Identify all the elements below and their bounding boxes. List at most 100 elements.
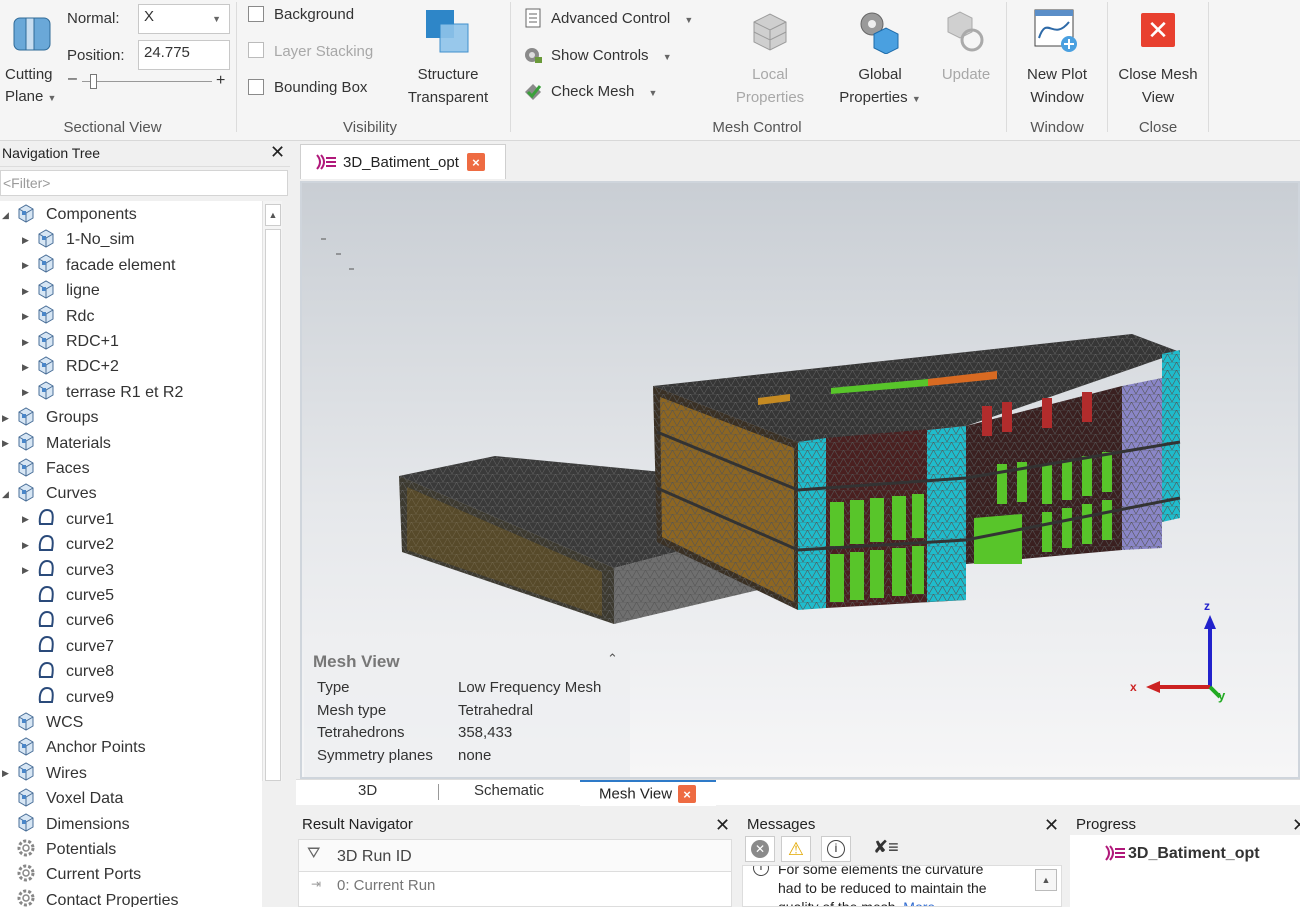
tree-item[interactable]: Contact Properties	[2, 889, 179, 907]
tree-item[interactable]: ▶ RDC+2	[22, 355, 119, 379]
advanced-control-button[interactable]: Advanced Control ▼	[551, 10, 693, 27]
curve-icon	[36, 584, 56, 609]
tree-item[interactable]: curve8	[22, 660, 114, 684]
slider-minus[interactable]: –	[68, 70, 77, 88]
expand-right-icon[interactable]: ▶	[2, 768, 12, 779]
tree-item[interactable]: ▶ facade element	[22, 254, 175, 278]
message-line: For some elements the curvature	[778, 865, 984, 877]
check-mesh-button[interactable]: Check Mesh ▼	[551, 83, 657, 100]
slider-handle[interactable]	[90, 74, 97, 89]
expand-right-icon[interactable]: ▶	[22, 514, 32, 525]
tree-item[interactable]: Anchor Points	[2, 736, 146, 760]
result-navigator-column-header[interactable]: ⛛ 3D Run ID	[299, 840, 731, 872]
tree-item[interactable]: ◢ Components	[2, 203, 137, 227]
expand-right-icon[interactable]: ▶	[22, 387, 32, 398]
messages-header: Messages ✕	[741, 807, 1065, 835]
expand-right-icon[interactable]: ▶	[22, 565, 32, 576]
cutting-plane-icon[interactable]	[10, 12, 54, 54]
filter-icon[interactable]: ⛛	[307, 845, 320, 863]
tree-item[interactable]: ▶ ligne	[22, 279, 100, 303]
slider-plus[interactable]: +	[216, 72, 225, 90]
tree-item[interactable]: ▶ Wires	[2, 762, 87, 786]
errors-filter-button[interactable]: ✕	[745, 836, 775, 862]
tree-item[interactable]: ▶ curve2	[22, 533, 114, 557]
new-plot-window-button[interactable]: New Plot Window	[1012, 63, 1102, 109]
tree-item[interactable]: curve7	[22, 635, 114, 659]
bounding-box-checkbox[interactable]	[248, 79, 264, 95]
expand-right-icon[interactable]: ▶	[22, 337, 32, 348]
show-controls-button[interactable]: Show Controls ▼	[551, 47, 672, 64]
document-tabbar: 3D_Batiment_opt ×	[296, 141, 1300, 181]
update-button[interactable]: Update	[930, 63, 1002, 86]
close-mesh-view-button[interactable]: Close Mesh View	[1110, 63, 1206, 109]
normal-select[interactable]: X ▼	[138, 4, 230, 34]
tab-mesh-view[interactable]: Mesh View ×	[580, 780, 716, 806]
collapse-icon[interactable]: ⌃	[607, 651, 618, 667]
scroll-up-arrow[interactable]: ▲	[1035, 869, 1057, 891]
expand-right-icon[interactable]: ▶	[22, 235, 32, 246]
global-properties-button[interactable]: Global Properties ▼	[828, 63, 932, 111]
document-tab[interactable]: 3D_Batiment_opt ×	[300, 144, 506, 179]
expand-right-icon[interactable]: ▶	[22, 286, 32, 297]
current-run-label: 0: Current Run	[337, 877, 436, 894]
tree-item[interactable]: curve6	[22, 609, 114, 633]
clear-messages-icon[interactable]: ✘≡	[873, 837, 899, 858]
position-slider[interactable]	[82, 81, 212, 82]
position-input[interactable]: 24.775	[138, 40, 230, 70]
table-row[interactable]: ⇥ 0: Current Run	[299, 873, 731, 899]
tab-3d[interactable]: 3D	[358, 782, 377, 799]
tree-item-label: facade element	[66, 256, 176, 274]
navigation-filter-input[interactable]: <Filter>	[0, 170, 288, 196]
expand-right-icon[interactable]: ▶	[22, 362, 32, 373]
close-icon[interactable]: ✕	[1044, 815, 1059, 836]
tree-item[interactable]: Voxel Data	[2, 787, 123, 811]
message-item[interactable]: For some elements the curvature had to b…	[778, 865, 1024, 906]
tree-item[interactable]: Current Ports	[2, 863, 141, 887]
expand-down-icon[interactable]: ◢	[2, 489, 12, 500]
group-label-mesh-control: Mesh Control	[712, 119, 802, 136]
expand-right-icon[interactable]: ▶	[22, 311, 32, 322]
tree-item[interactable]: ▶ Rdc	[22, 305, 94, 329]
tree-item[interactable]: Faces	[2, 457, 90, 481]
tree-item[interactable]: ◢ Curves	[2, 482, 97, 506]
warnings-filter-button[interactable]: ⚠	[781, 836, 811, 862]
expand-right-icon[interactable]: ▶	[2, 438, 12, 449]
tree-item[interactable]: ▶ Materials	[2, 432, 111, 456]
tree-item[interactable]: ▶ RDC+1	[22, 330, 119, 354]
tab-schematic[interactable]: Schematic	[474, 782, 544, 799]
mesh-info-value: 358,433	[458, 724, 513, 741]
cutting-plane-button[interactable]: Cutting Plane ▼	[5, 64, 56, 109]
more-link[interactable]: More...	[903, 899, 947, 906]
close-icon[interactable]: ×	[466, 153, 485, 171]
tree-item[interactable]: ▶ terrase R1 et R2	[22, 381, 183, 405]
expand-right-icon[interactable]: ▶	[22, 260, 32, 271]
background-checkbox[interactable]	[248, 6, 264, 22]
messages-title: Messages	[747, 816, 816, 833]
expand-down-icon[interactable]: ◢	[2, 210, 12, 221]
expand-right-icon[interactable]: ▶	[22, 540, 32, 551]
close-icon[interactable]: ✕	[715, 815, 730, 836]
ribbon-separator	[1107, 2, 1108, 132]
close-icon[interactable]: ×	[678, 785, 697, 803]
tree-item[interactable]: ▶ curve1	[22, 508, 114, 532]
expand-right-icon[interactable]: ▶	[2, 413, 12, 424]
tree-item[interactable]: ▶ Groups	[2, 406, 98, 430]
chevron-down-icon: ▼	[662, 52, 672, 62]
close-icon[interactable]: ✕	[270, 142, 285, 163]
tree-item[interactable]: ▶ 1-No_sim	[22, 228, 134, 252]
layer-stacking-checkbox[interactable]	[248, 42, 264, 58]
tree-item[interactable]: ▶ curve3	[22, 559, 114, 583]
tree-item[interactable]: curve9	[22, 686, 114, 710]
scroll-thumb[interactable]	[265, 229, 281, 781]
scroll-up-arrow[interactable]: ▲	[265, 204, 281, 226]
tree-item[interactable]: Dimensions	[2, 813, 130, 837]
local-properties-button[interactable]: Local Properties	[720, 63, 820, 109]
tree-item[interactable]: Potentials	[2, 838, 116, 862]
tree-item[interactable]: WCS	[2, 711, 83, 735]
structure-transparent-button[interactable]: Structure Transparent	[398, 63, 498, 109]
tree-item[interactable]: curve5	[22, 584, 114, 608]
tree-scrollbar[interactable]: ▲	[262, 201, 282, 781]
close-icon[interactable]: ✕	[1292, 815, 1300, 836]
show-controls-icon	[523, 45, 543, 65]
info-filter-button[interactable]: i	[821, 836, 851, 862]
